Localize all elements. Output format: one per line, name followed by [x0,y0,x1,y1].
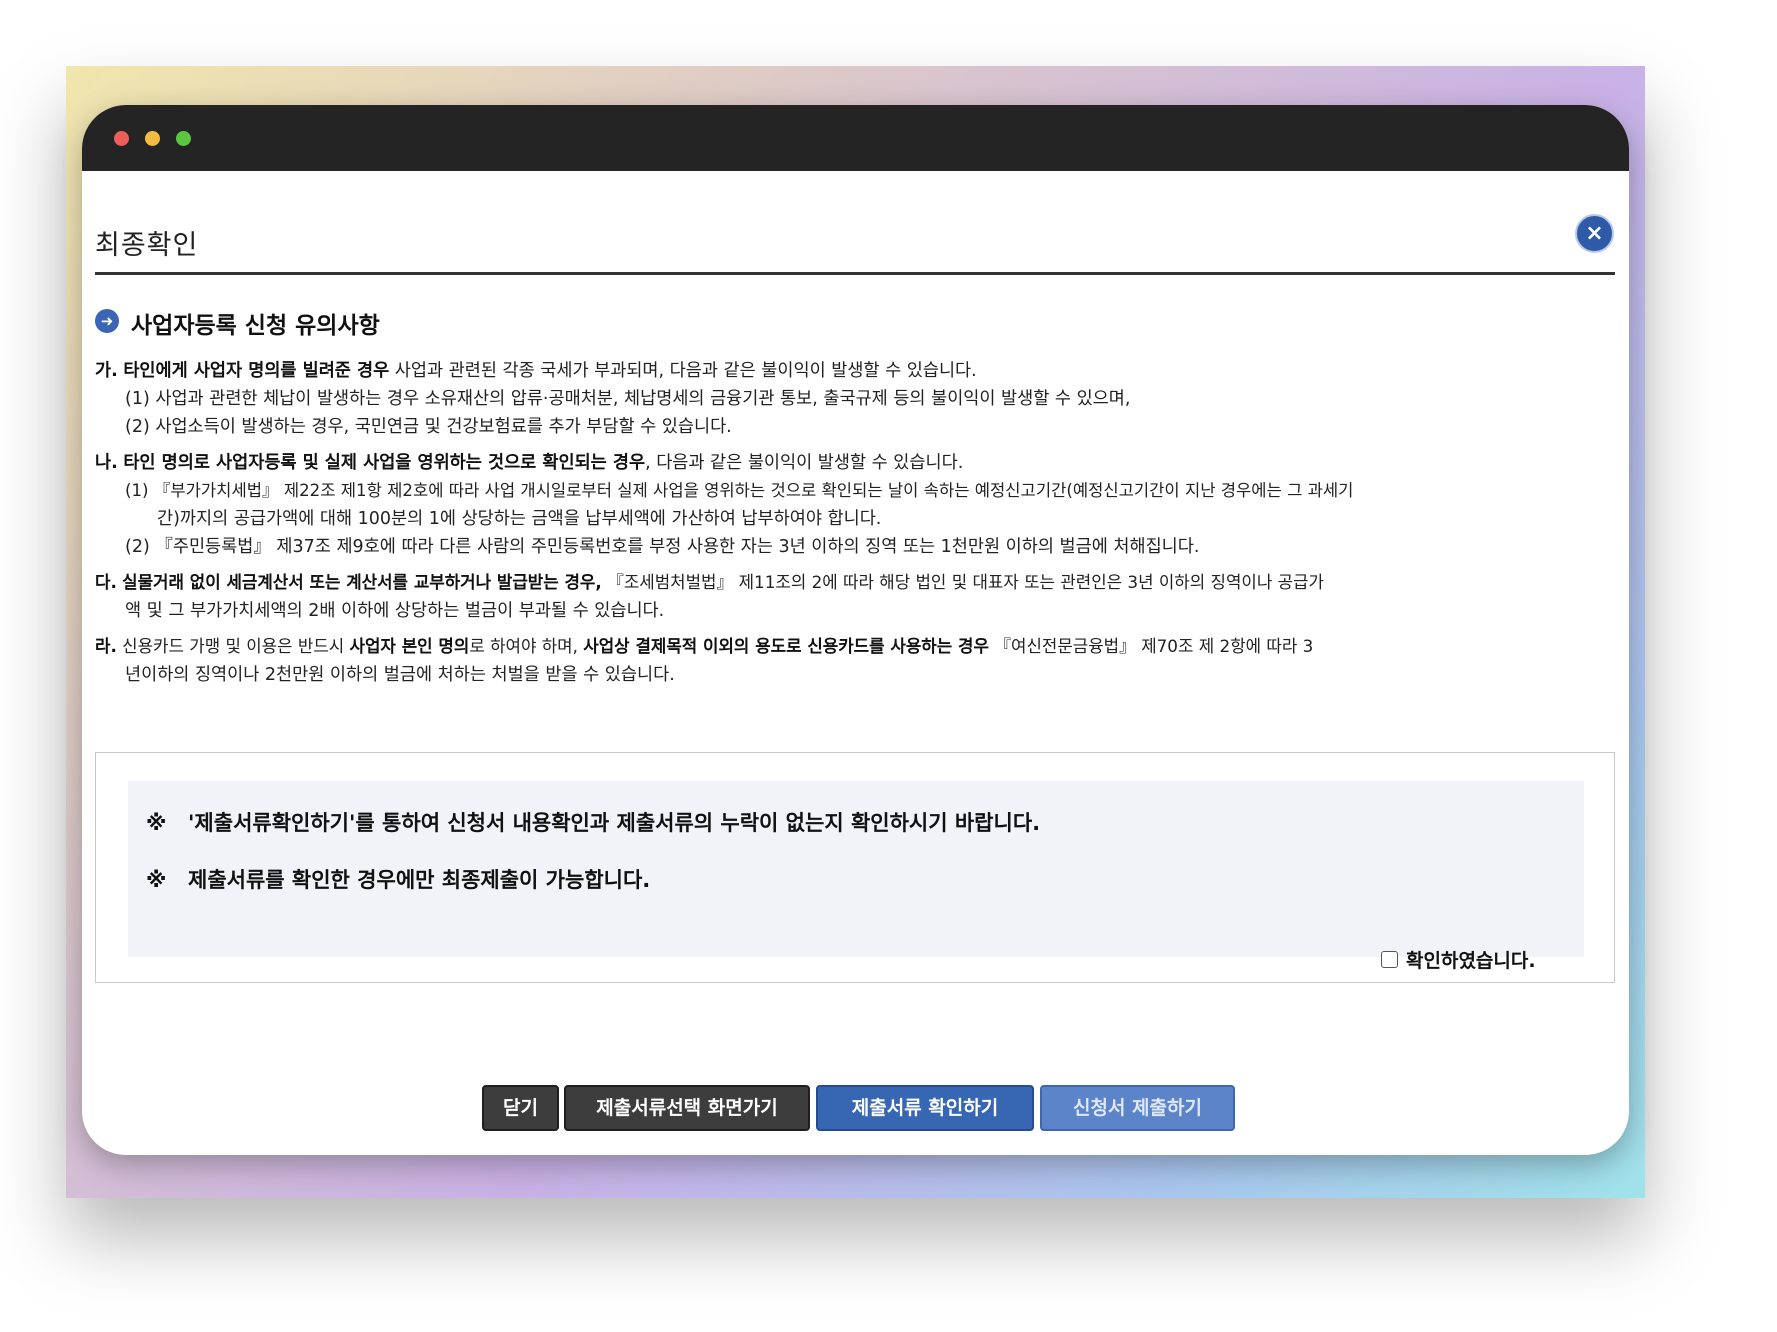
confirm-message-text: '제출서류확인하기'를 통하여 신청서 내용확인과 제출서류의 누락이 없는지 … [188,811,1041,835]
notice-marker: 나. [95,453,118,473]
confirm-message-2: ※ 제출서류를 확인한 경우에만 최종제출이 가능합니다. [146,864,650,894]
section-title: 사업자등록 신청 유의사항 [131,313,380,339]
confirm-checkbox-label[interactable]: 확인하였습니다. [1406,950,1536,972]
notice-subitem: (1) 사업과 관련한 체납이 발생하는 경우 소유재산의 압류·공매처분, 체… [125,389,1131,409]
confirm-panel-inner: ※ '제출서류확인하기'를 통하여 신청서 내용확인과 제출서류의 누락이 없는지… [128,781,1584,972]
notice-marker: 라. [95,636,117,656]
confirm-message-text: 제출서류를 확인한 경우에만 최종제출이 가능합니다. [188,868,651,892]
notice-text: 『여신전문금융법』 제70조 제 2항에 따라 3 [988,636,1314,656]
notice-marker: 다. [95,572,117,592]
notice-bold-text: 타인 명의로 사업자등록 및 실제 사업을 영위하는 것으로 확인되는 경우 [123,453,646,473]
title-divider [95,272,1615,275]
window-maximize-dot[interactable] [176,131,191,146]
notice-bold-text: 사업자 본인 명의 [349,636,470,656]
window-titlebar [82,105,1629,171]
dialog-title: 최종확인 [95,230,199,261]
notice-subitem: (2) 사업소득이 발생하는 경우, 국민연금 및 건강보험료를 추가 부담할 … [125,417,732,437]
submit-application-button[interactable]: 신청서 제출하기 [1040,1085,1235,1131]
close-icon[interactable]: × [1575,214,1614,253]
notice-text: , 다음과 같은 불이익이 발생할 수 있습니다. [645,453,964,473]
close-button[interactable]: 닫기 [482,1085,559,1131]
notice-item-na: 나. 타인 명의로 사업자등록 및 실제 사업을 영위하는 것으로 확인되는 경… [95,449,963,474]
notice-subitem: (1) 『부가가치세법』 제22조 제1항 제2호에 따라 사업 개시일로부터 … [125,481,1354,500]
dialog-content: 최종확인 × ➜ 사업자등록 신청 유의사항 가. 타인에게 사업자 명의를 빌… [82,171,1629,1155]
notice-text: 『조세범처벌법』 제11조의 2에 따라 해당 법인 및 대표자 또는 관련인은… [601,572,1324,592]
reference-mark: ※ [146,811,167,835]
confirm-panel: ※ '제출서류확인하기'를 통하여 신청서 내용확인과 제출서류의 누락이 없는지… [95,752,1615,983]
confirm-checkbox[interactable] [1381,951,1398,968]
window-close-dot[interactable] [114,131,129,146]
app-window: 최종확인 × ➜ 사업자등록 신청 유의사항 가. 타인에게 사업자 명의를 빌… [82,105,1629,1155]
notice-text: 신용카드 가맹 및 이용은 반드시 [116,636,350,656]
notice-bold-text: 타인에게 사업자 명의를 빌려준 경우 [123,361,390,381]
confirm-checkbox-row[interactable]: 확인하였습니다. [1381,946,1536,972]
notice-item-ra: 라. 신용카드 가맹 및 이용은 반드시 사업자 본인 명의로 하여야 하며, … [95,633,1313,657]
notice-item-ga: 가. 타인에게 사업자 명의를 빌려준 경우 사업과 관련된 각종 국세가 부과… [95,357,977,382]
goto-document-select-button[interactable]: 제출서류선택 화면가기 [564,1085,810,1131]
notice-bold-text: 사업상 결제목적 이외의 용도로 신용카드를 사용하는 경우 [583,636,989,656]
notice-item-cont: 액 및 그 부가가치세액의 2배 이하에 상당하는 벌금이 부과될 수 있습니다… [125,601,665,621]
check-documents-button[interactable]: 제출서류 확인하기 [816,1085,1034,1131]
notice-subitem: (2) 『주민등록법』 제37조 제9호에 따라 다른 사람의 주민등록번호를 … [125,537,1200,557]
notice-marker: 가. [95,361,118,381]
window-minimize-dot[interactable] [145,131,160,146]
notice-item-cont: 년이하의 징역이나 2천만원 이하의 벌금에 처하는 처벌을 받을 수 있습니다… [125,665,675,685]
notice-text: 사업과 관련된 각종 국세가 부과되며, 다음과 같은 불이익이 발생할 수 있… [389,361,977,381]
notice-item-da: 다. 실물거래 없이 세금계산서 또는 계산서를 교부하거나 발급받는 경우, … [95,569,1324,593]
confirm-message-1: ※ '제출서류확인하기'를 통하여 신청서 내용확인과 제출서류의 누락이 없는지… [146,807,1040,837]
notice-subitem-cont: 간)까지의 공급가액에 대해 100분의 1에 상당하는 금액을 납부세액에 가… [157,509,882,529]
arrow-right-icon: ➜ [95,309,119,333]
notice-text: 로 하여야 하며, [469,636,584,656]
reference-mark: ※ [146,868,167,892]
notice-bold-text: 실물거래 없이 세금계산서 또는 계산서를 교부하거나 발급받는 경우, [122,572,602,592]
